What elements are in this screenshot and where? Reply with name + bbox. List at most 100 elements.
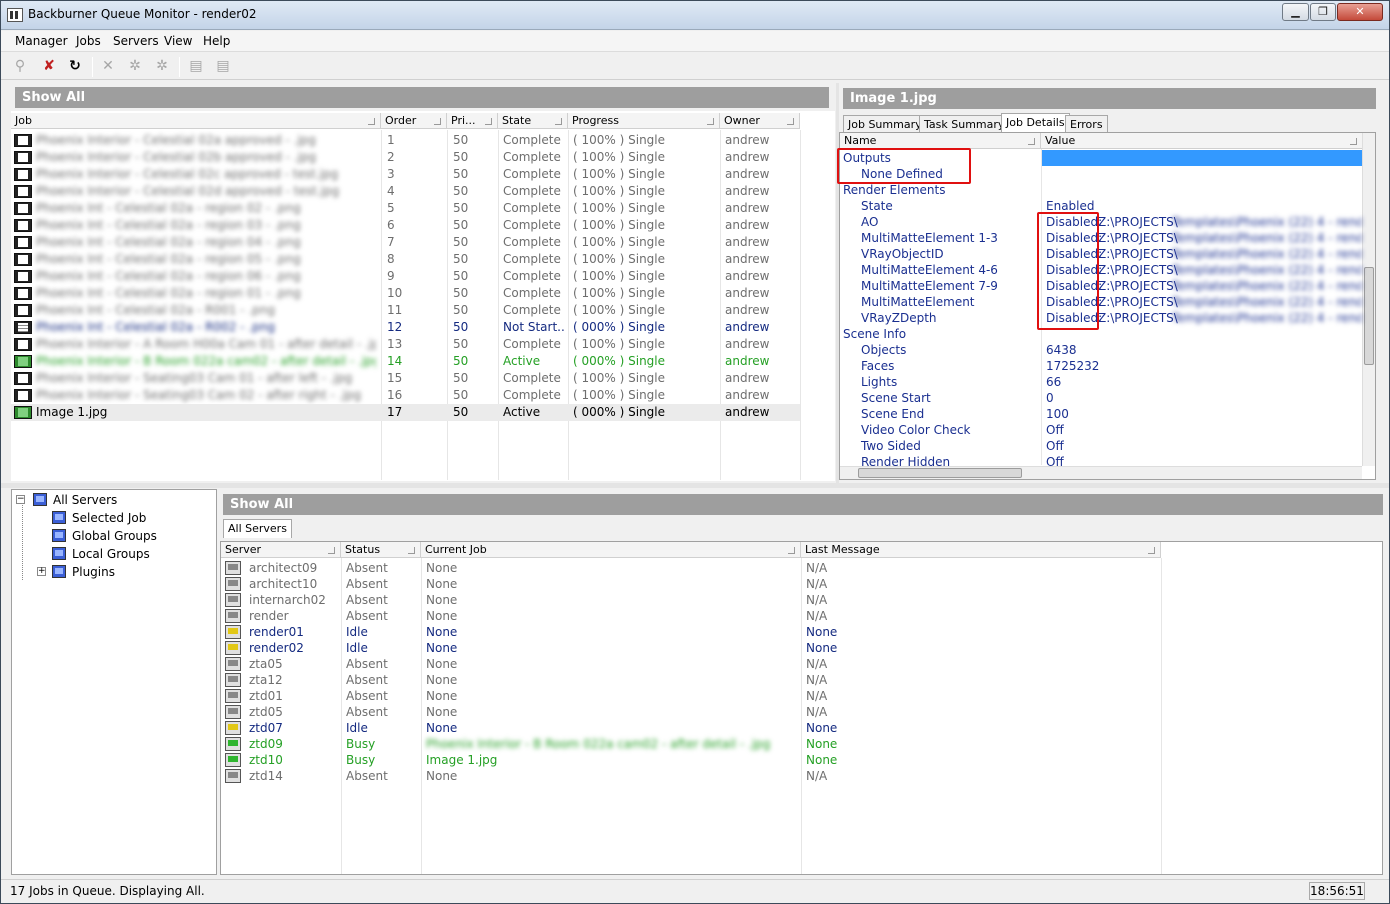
job-row[interactable]: Phoenix Int - Celestial 02a - region 05 …: [11, 251, 800, 268]
menu-view[interactable]: View: [164, 34, 192, 48]
property-name[interactable]: VRayObjectID: [861, 246, 944, 262]
server-row[interactable]: zta05 Absent None N/A: [221, 656, 1161, 672]
tree-item[interactable]: Selected Job: [72, 510, 146, 526]
maximize-button[interactable]: ❐: [1310, 3, 1336, 21]
disconnect-icon[interactable]: ✘: [40, 57, 58, 75]
property-name[interactable]: MultiMatteElement: [861, 294, 975, 310]
property-name[interactable]: MultiMatteElement 1-3: [861, 230, 998, 246]
col-status[interactable]: Status: [341, 542, 421, 558]
property-name[interactable]: Scene End: [861, 406, 924, 422]
col-value[interactable]: Value: [1041, 133, 1363, 149]
col-priority[interactable]: Pri...: [447, 113, 498, 129]
col-order[interactable]: Order: [381, 113, 447, 129]
property-name[interactable]: Scene Start: [861, 390, 931, 406]
close-button[interactable]: ✕: [1337, 3, 1383, 21]
tab-task-summary[interactable]: Task Summary: [919, 115, 1010, 132]
property-name[interactable]: Video Color Check: [861, 422, 971, 438]
job-row[interactable]: Phoenix Interior - A Room H00a Cam 01 - …: [11, 336, 800, 353]
minimize-button[interactable]: ▁: [1282, 3, 1309, 21]
scroll-thumb[interactable]: [1364, 267, 1374, 365]
jobs-list: Job Order Pri... State Progress Owner Ph…: [11, 111, 835, 481]
job-row[interactable]: Phoenix Interior - Seating03 Cam 02 - af…: [11, 387, 800, 404]
server-row[interactable]: render Absent None N/A: [221, 608, 1161, 624]
col-state[interactable]: State: [498, 113, 568, 129]
server-row[interactable]: ztd09 Busy Phoenix Interior - B Room 022a …: [221, 736, 1161, 752]
col-name[interactable]: Name: [840, 133, 1041, 149]
job-row[interactable]: Phoenix Int - Celestial 02a - region 06 …: [11, 268, 800, 285]
server-row[interactable]: ztd01 Absent None N/A: [221, 688, 1161, 704]
deactivate-icon[interactable]: ✲: [153, 57, 171, 75]
job-row[interactable]: Phoenix Int - Celestial 02a - R001 - .pn…: [11, 302, 800, 319]
property-name[interactable]: Two Sided: [861, 438, 921, 454]
job-priority: 50: [453, 405, 469, 419]
job-row[interactable]: Phoenix Int - Celestial 02a - R002 - .pn…: [11, 319, 800, 336]
server-row[interactable]: render02 Idle None None: [221, 640, 1161, 656]
server-prop-icon[interactable]: ▤: [187, 57, 205, 75]
details-vertical-scrollbar[interactable]: [1362, 133, 1375, 466]
refresh-icon[interactable]: ↻: [66, 57, 84, 75]
job-row[interactable]: Phoenix Interior - Celestial 02d approve…: [11, 183, 800, 200]
job-prop-icon[interactable]: ▤: [214, 57, 232, 75]
col-server[interactable]: Server: [221, 542, 341, 558]
server-row[interactable]: ztd05 Absent None N/A: [221, 704, 1161, 720]
tree-expander[interactable]: +: [37, 567, 46, 576]
menu-manager[interactable]: Manager: [15, 34, 68, 48]
tree-item[interactable]: Local Groups: [72, 546, 150, 562]
job-row[interactable]: Phoenix Interior - Celestial 02b approve…: [11, 149, 800, 166]
tab-errors[interactable]: Errors: [1065, 115, 1108, 132]
col-job[interactable]: Job: [11, 113, 381, 129]
job-row[interactable]: Phoenix Int - Celestial 02a - region 03 …: [11, 217, 800, 234]
property-name[interactable]: MultiMatteElement 4-6: [861, 262, 998, 278]
server-row[interactable]: ztd10 Busy Image 1.jpg None: [221, 752, 1161, 768]
property-name[interactable]: VRayZDepth: [861, 310, 937, 326]
property-name[interactable]: Objects: [861, 342, 906, 358]
delete-icon[interactable]: ✕: [99, 57, 117, 75]
property-name[interactable]: Render Elements: [843, 182, 945, 198]
property-name[interactable]: Faces: [861, 358, 894, 374]
job-row[interactable]: Image 1.jpg 17 50 Active ( 000% ) Single andr…: [11, 404, 800, 421]
job-row[interactable]: Phoenix Interior - B Room 022a cam02 - a…: [11, 353, 800, 370]
server-row[interactable]: ztd07 Idle None None: [221, 720, 1161, 736]
server-row[interactable]: render01 Idle None None: [221, 624, 1161, 640]
job-state: Complete: [503, 201, 561, 215]
col-progress[interactable]: Progress: [568, 113, 720, 129]
job-priority: 50: [453, 388, 469, 402]
job-state: Complete: [503, 167, 561, 181]
server-row[interactable]: ztd14 Absent None N/A: [221, 768, 1161, 784]
property-name[interactable]: State: [861, 198, 893, 214]
menu-help[interactable]: Help: [203, 34, 230, 48]
col-last-message[interactable]: Last Message: [801, 542, 1161, 558]
property-name[interactable]: Lights: [861, 374, 897, 390]
activate-icon[interactable]: ✲: [126, 57, 144, 75]
job-row[interactable]: Phoenix Interior - Celestial 02a approve…: [11, 132, 800, 149]
job-state: Complete: [503, 303, 561, 317]
property-name[interactable]: Render Hidden: [861, 454, 950, 470]
job-row[interactable]: Phoenix Int - Celestial 02a - region 04 …: [11, 234, 800, 251]
job-row[interactable]: Phoenix Interior - Seating03 Cam 01 - af…: [11, 370, 800, 387]
tree-item[interactable]: Global Groups: [72, 528, 157, 544]
job-row[interactable]: Phoenix Interior - Celestial 02c approve…: [11, 166, 800, 183]
server-row[interactable]: internarch02 Absent None N/A: [221, 592, 1161, 608]
tree-item[interactable]: Plugins: [72, 564, 115, 580]
tree-item[interactable]: All Servers: [53, 492, 117, 508]
tab-job-details[interactable]: Job Details: [1001, 113, 1070, 132]
property-name[interactable]: Scene Info: [843, 326, 906, 342]
job-order: 3: [387, 167, 395, 181]
property-name[interactable]: MultiMatteElement 7-9: [861, 278, 998, 294]
connect-icon[interactable]: ⚲: [11, 57, 29, 75]
job-row[interactable]: Phoenix Int - Celestial 02a - region 02 …: [11, 200, 800, 217]
job-row[interactable]: Phoenix Int - Celestial 02a - region 01 …: [11, 285, 800, 302]
tree-expander[interactable]: −: [16, 495, 25, 504]
job-order: 2: [387, 150, 395, 164]
menu-jobs[interactable]: Jobs: [76, 34, 101, 48]
server-row[interactable]: zta12 Absent None N/A: [221, 672, 1161, 688]
horizontal-splitter[interactable]: [1, 483, 1389, 488]
property-name[interactable]: AO: [861, 214, 878, 230]
tab-all-servers[interactable]: All Servers: [223, 519, 292, 538]
server-row[interactable]: architect10 Absent None N/A: [221, 576, 1161, 592]
menu-servers[interactable]: Servers: [113, 34, 159, 48]
col-current-job[interactable]: Current Job: [421, 542, 801, 558]
tab-job-summary[interactable]: Job Summary: [843, 115, 927, 132]
col-owner[interactable]: Owner: [720, 113, 800, 129]
server-row[interactable]: architect09 Absent None N/A: [221, 560, 1161, 576]
